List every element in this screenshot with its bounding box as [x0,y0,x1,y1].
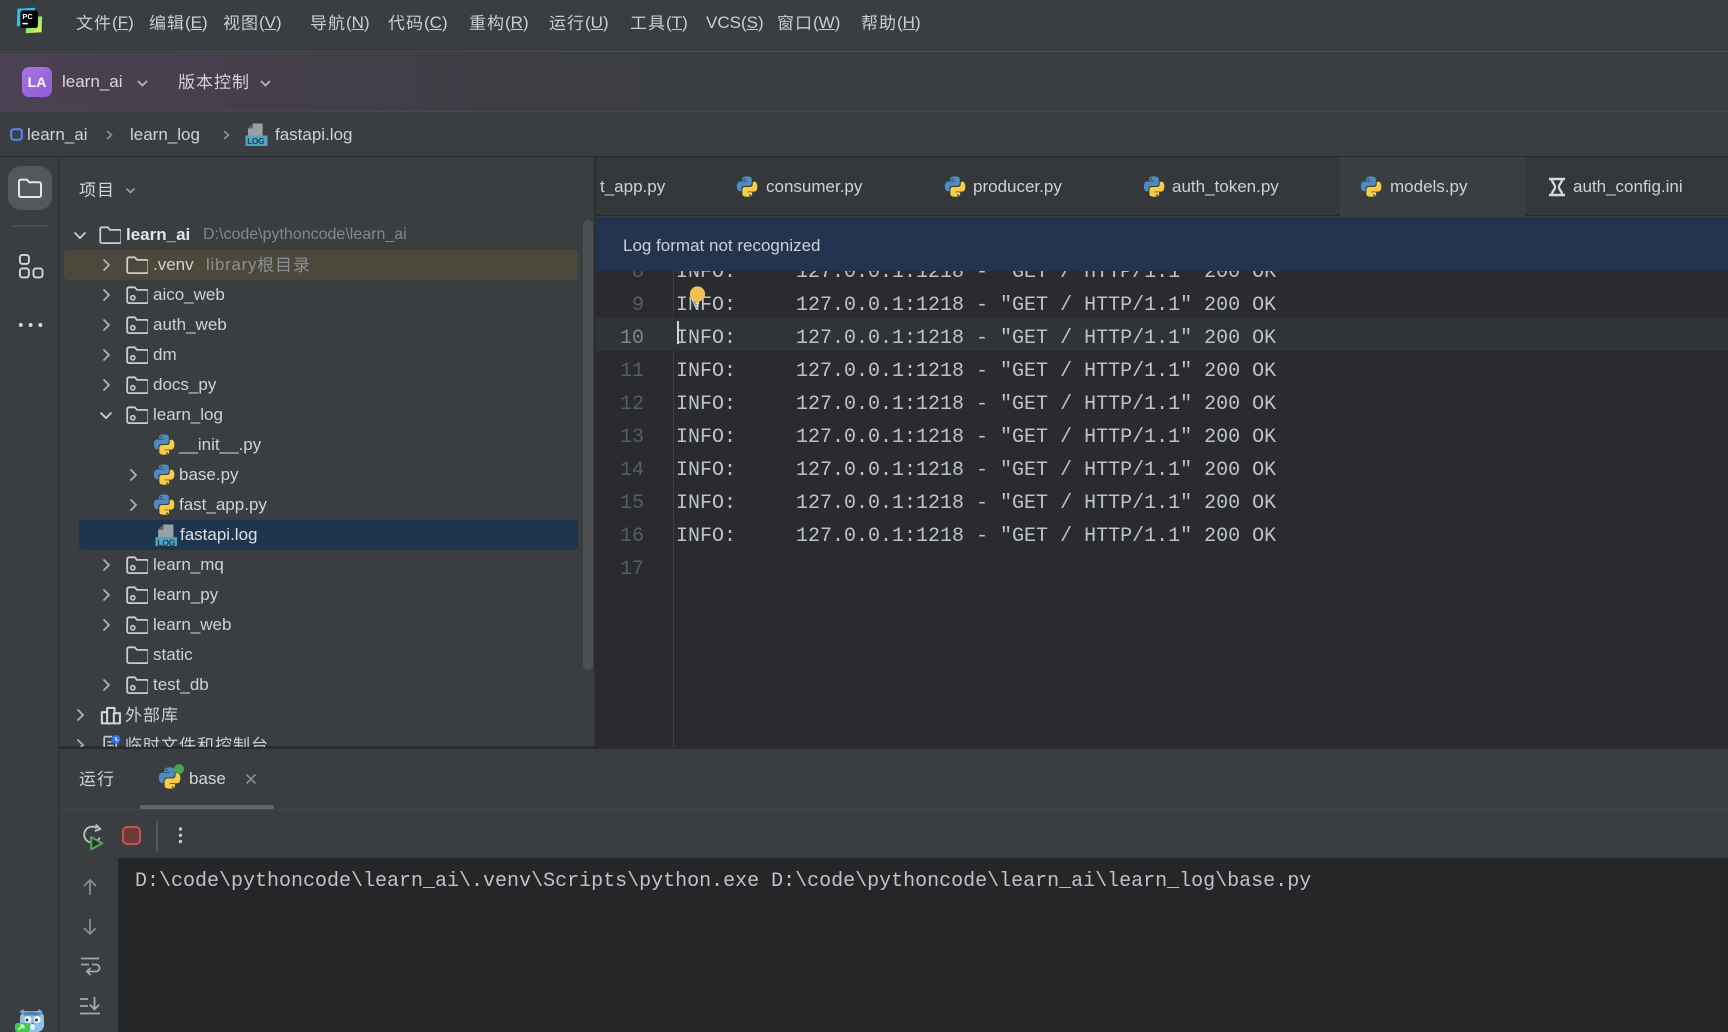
svg-text:PC: PC [22,12,33,21]
